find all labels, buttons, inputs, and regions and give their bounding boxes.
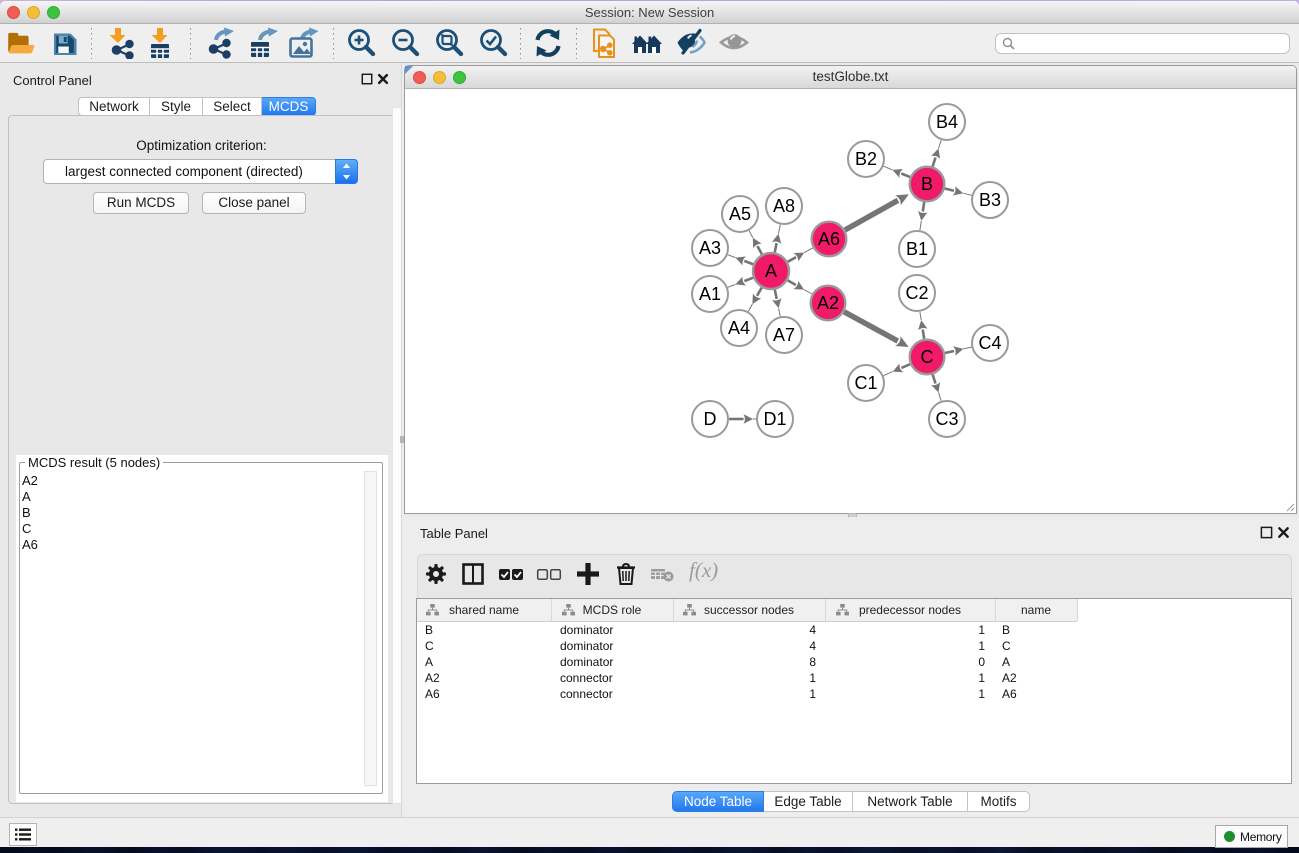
svg-text:B1: B1 — [906, 239, 928, 259]
svg-text:A2: A2 — [817, 293, 839, 313]
svg-text:D1: D1 — [763, 409, 786, 429]
svg-text:B2: B2 — [855, 149, 877, 169]
svg-text:C3: C3 — [935, 409, 958, 429]
svg-text:C4: C4 — [978, 333, 1001, 353]
svg-text:C2: C2 — [905, 283, 928, 303]
svg-text:A3: A3 — [699, 238, 721, 258]
svg-text:A7: A7 — [773, 325, 795, 345]
svg-text:A8: A8 — [773, 196, 795, 216]
svg-text:A6: A6 — [818, 229, 840, 249]
svg-text:A: A — [765, 261, 777, 281]
svg-text:A1: A1 — [699, 284, 721, 304]
svg-text:B4: B4 — [936, 112, 958, 132]
svg-text:B: B — [921, 174, 933, 194]
svg-text:C1: C1 — [854, 373, 877, 393]
svg-text:D: D — [704, 409, 717, 429]
svg-text:A4: A4 — [728, 318, 750, 338]
svg-text:A5: A5 — [729, 204, 751, 224]
svg-text:B3: B3 — [979, 190, 1001, 210]
svg-text:C: C — [921, 347, 934, 367]
